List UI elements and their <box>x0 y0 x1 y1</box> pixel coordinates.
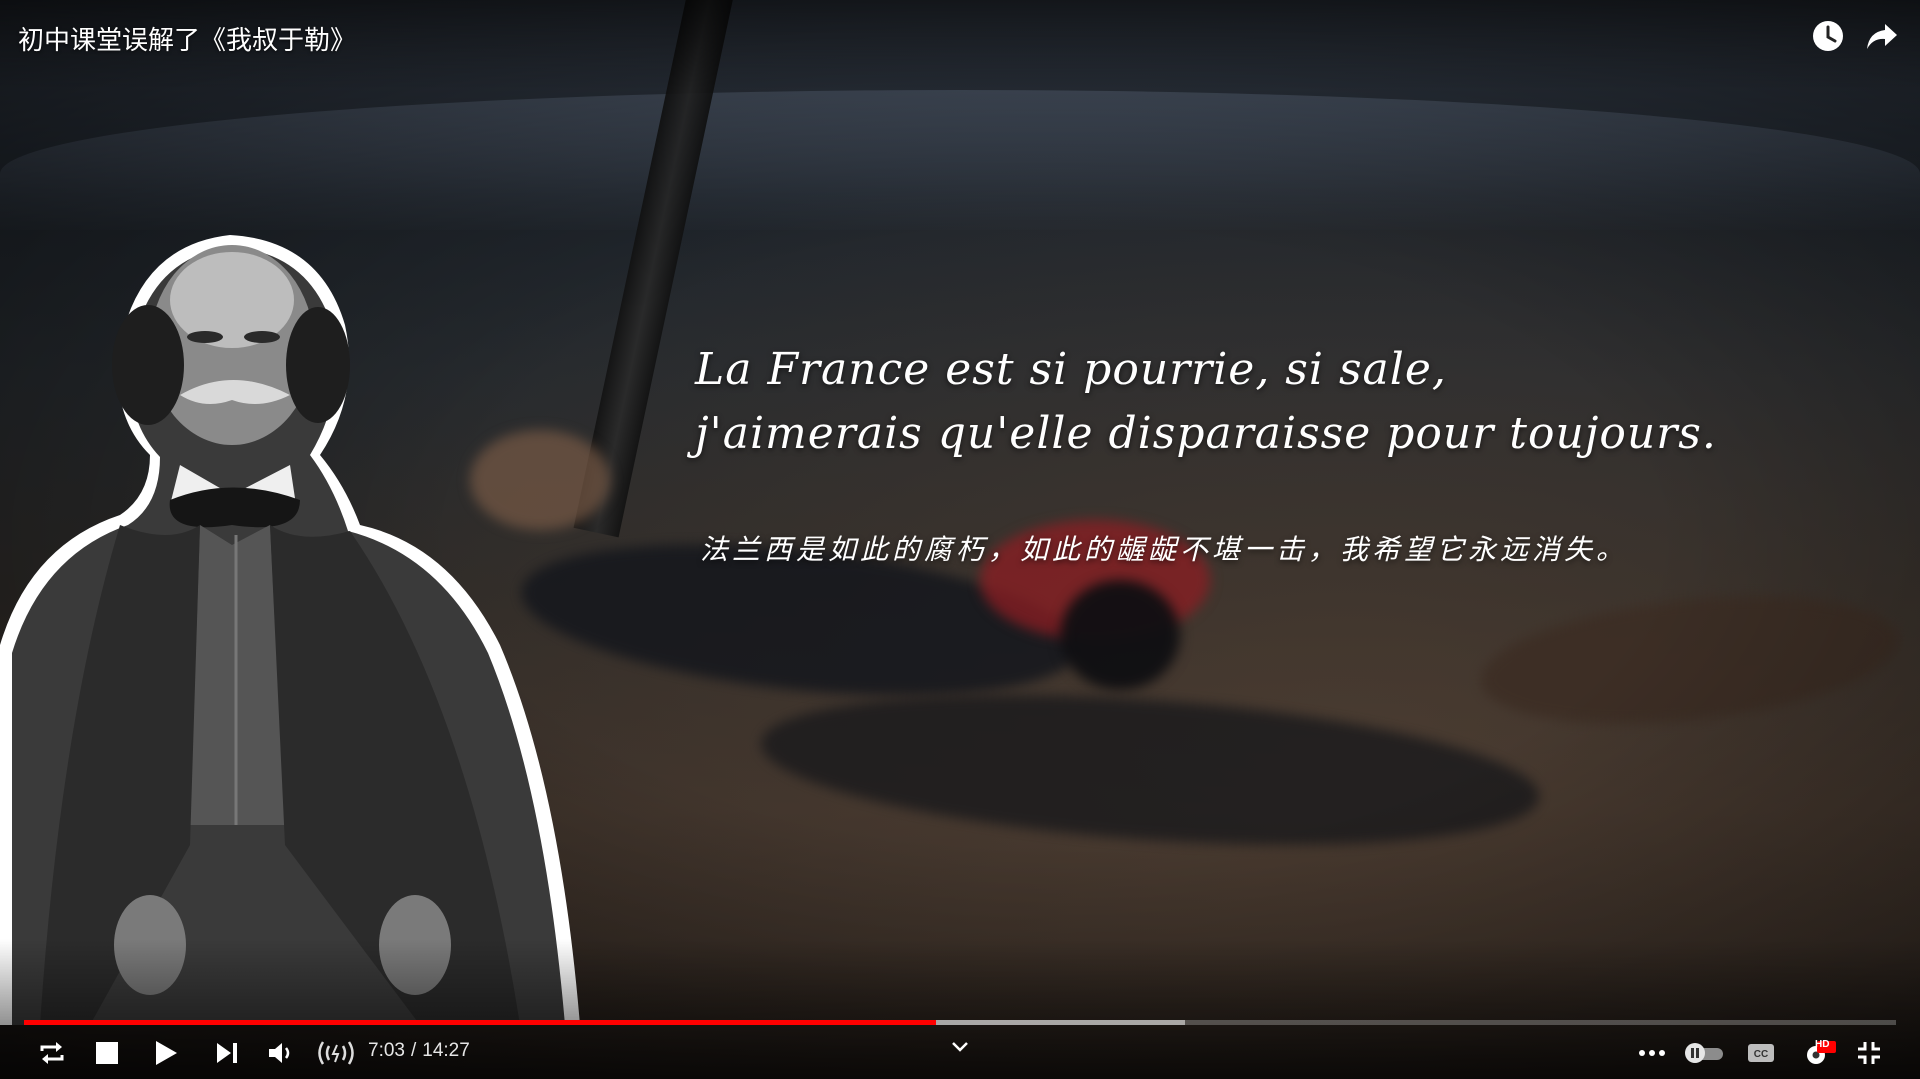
collapse-button[interactable] <box>946 1030 974 1064</box>
video-title[interactable]: 初中课堂误解了《我叔于勒》 <box>18 20 356 57</box>
scene-soldier-right <box>1474 578 1906 742</box>
current-time: 7:03 <box>368 1040 405 1061</box>
exit-fullscreen-icon <box>1858 1042 1880 1064</box>
play-icon <box>156 1041 177 1065</box>
autoplay-toggle-icon <box>1685 1043 1723 1063</box>
progress-played <box>24 1020 936 1025</box>
watch-later-icon[interactable] <box>1810 18 1846 54</box>
volume-button[interactable] <box>264 1036 298 1070</box>
autoplay-toggle[interactable] <box>1682 1036 1726 1070</box>
scene-shako-hat <box>1060 580 1180 690</box>
loop-button[interactable] <box>34 1036 70 1070</box>
exit-fullscreen-button[interactable] <box>1852 1036 1886 1070</box>
quote-french-line-1: La France est si pourrie, si sale, <box>695 344 1447 395</box>
hd-badge: HD <box>1815 1039 1830 1050</box>
share-icon[interactable] <box>1864 18 1900 54</box>
chevron-down-icon <box>952 1042 968 1052</box>
live-audio-button[interactable] <box>314 1036 358 1070</box>
time-display: 7:03/14:27 <box>368 1040 470 1062</box>
settings-button[interactable]: HD <box>1800 1036 1840 1070</box>
captions-icon: CC <box>1748 1044 1774 1062</box>
captions-button[interactable]: CC <box>1744 1036 1778 1070</box>
quote-chinese: 法兰西是如此的腐朽，如此的龌龊不堪一击，我希望它永远消失。 <box>700 533 1629 566</box>
stop-button[interactable] <box>90 1036 124 1070</box>
quote-french-line-2: j'aimerais qu'elle disparaisse pour touj… <box>695 408 1717 459</box>
play-button[interactable] <box>148 1036 184 1070</box>
loop-icon <box>40 1042 64 1064</box>
duration: 14:27 <box>422 1040 470 1061</box>
progress-bar[interactable] <box>24 1020 1896 1025</box>
more-icon <box>1639 1050 1665 1056</box>
next-icon <box>217 1043 237 1063</box>
video-player[interactable]: La France est si pourrie, si sale, j'aim… <box>0 0 1920 1079</box>
live-audio-icon <box>318 1041 354 1065</box>
scene-ground-figures <box>756 672 1544 868</box>
next-button[interactable] <box>210 1036 244 1070</box>
more-button[interactable] <box>1634 1036 1670 1070</box>
scene-hills <box>0 90 1920 230</box>
volume-icon <box>269 1043 290 1063</box>
stop-icon <box>96 1042 118 1064</box>
time-separator: / <box>410 1040 417 1061</box>
svg-text:CC: CC <box>1754 1049 1768 1060</box>
quote-french: La France est si pourrie, si sale, j'aim… <box>695 338 1795 466</box>
portrait-image <box>0 235 580 1025</box>
